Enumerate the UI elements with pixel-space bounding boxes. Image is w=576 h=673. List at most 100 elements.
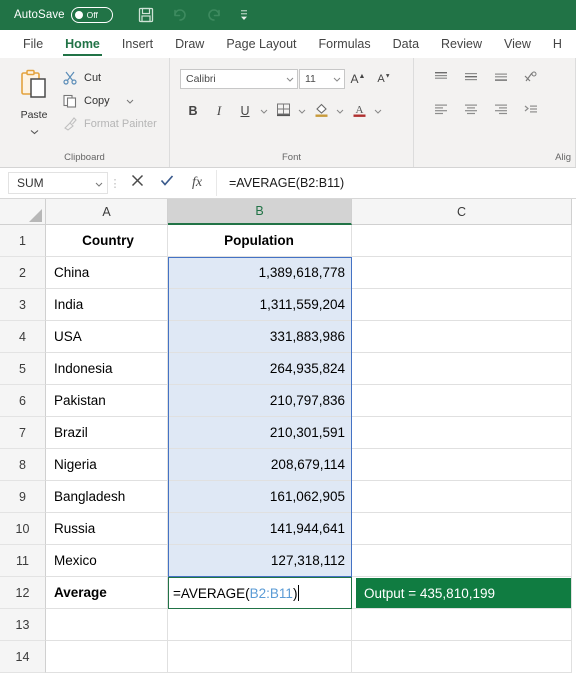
cell-b11[interactable]: 127,318,112 xyxy=(168,545,352,577)
cell-a3[interactable]: India xyxy=(46,289,168,321)
cell-a2[interactable]: China xyxy=(46,257,168,289)
tab-page-layout[interactable]: Page Layout xyxy=(215,30,307,58)
cell-b7[interactable]: 210,301,591 xyxy=(168,417,352,449)
paste-button[interactable]: Paste xyxy=(6,64,62,151)
cell-b1[interactable]: Population xyxy=(168,225,352,257)
cell-a6[interactable]: Pakistan xyxy=(46,385,168,417)
cell-a12[interactable]: Average xyxy=(46,577,168,609)
select-all-button[interactable] xyxy=(0,199,46,225)
orientation-button[interactable] xyxy=(516,68,546,90)
insert-function-button[interactable]: fx xyxy=(182,170,212,196)
cell-c7[interactable] xyxy=(352,417,572,449)
align-bottom-button[interactable] xyxy=(486,68,516,90)
cut-button[interactable]: Cut xyxy=(62,70,163,86)
cell-c4[interactable] xyxy=(352,321,572,353)
cell-a7[interactable]: Brazil xyxy=(46,417,168,449)
cell-b13[interactable] xyxy=(168,609,352,641)
cell-b3[interactable]: 1,311,559,204 xyxy=(168,289,352,321)
tab-home[interactable]: Home xyxy=(54,30,111,58)
font-color-chevron-down-icon[interactable] xyxy=(372,109,384,114)
cell-a11[interactable]: Mexico xyxy=(46,545,168,577)
cell-b5[interactable]: 264,935,824 xyxy=(168,353,352,385)
cell-a14[interactable] xyxy=(46,641,168,673)
formula-input[interactable]: =AVERAGE(B2:B11) xyxy=(216,170,576,196)
align-right-button[interactable] xyxy=(486,100,516,122)
italic-button[interactable]: I xyxy=(206,100,232,122)
redo-icon[interactable] xyxy=(197,2,231,28)
paste-chevron-down-icon[interactable] xyxy=(30,122,39,140)
row-header-13[interactable]: 13 xyxy=(0,609,46,641)
name-box[interactable]: SUM xyxy=(8,172,108,194)
tab-formulas[interactable]: Formulas xyxy=(308,30,382,58)
row-header-11[interactable]: 11 xyxy=(0,545,46,577)
cell-c9[interactable] xyxy=(352,481,572,513)
row-header-2[interactable]: 2 xyxy=(0,257,46,289)
cell-c1[interactable] xyxy=(352,225,572,257)
autosave-toggle[interactable]: Off xyxy=(70,7,113,23)
font-color-button[interactable]: A xyxy=(346,100,372,122)
format-painter-button[interactable]: Format Painter xyxy=(62,116,163,132)
cell-b8[interactable]: 208,679,114 xyxy=(168,449,352,481)
row-header-5[interactable]: 5 xyxy=(0,353,46,385)
row-header-12[interactable]: 12 xyxy=(0,577,46,609)
increase-font-size-button[interactable]: A▲ xyxy=(345,68,371,90)
borders-chevron-down-icon[interactable] xyxy=(296,109,308,114)
cell-b6[interactable]: 210,797,836 xyxy=(168,385,352,417)
cancel-formula-button[interactable] xyxy=(122,170,152,196)
cell-c3[interactable] xyxy=(352,289,572,321)
font-size-chevron-down-icon[interactable] xyxy=(333,73,341,85)
copy-button[interactable]: Copy xyxy=(62,93,163,109)
cell-a8[interactable]: Nigeria xyxy=(46,449,168,481)
copy-chevron-down-icon[interactable] xyxy=(126,95,134,107)
underline-chevron-down-icon[interactable] xyxy=(258,109,270,114)
align-center-button[interactable] xyxy=(456,100,486,122)
bold-button[interactable]: B xyxy=(180,100,206,122)
cell-c5[interactable] xyxy=(352,353,572,385)
row-header-8[interactable]: 8 xyxy=(0,449,46,481)
cell-c13[interactable] xyxy=(352,609,572,641)
cell-c8[interactable] xyxy=(352,449,572,481)
enter-formula-button[interactable] xyxy=(152,170,182,196)
cell-a1[interactable]: Country xyxy=(46,225,168,257)
tab-review[interactable]: Review xyxy=(430,30,493,58)
row-header-6[interactable]: 6 xyxy=(0,385,46,417)
align-left-button[interactable] xyxy=(426,100,456,122)
align-middle-button[interactable] xyxy=(456,68,486,90)
cell-b9[interactable]: 161,062,905 xyxy=(168,481,352,513)
row-header-14[interactable]: 14 xyxy=(0,641,46,673)
cell-a5[interactable]: Indonesia xyxy=(46,353,168,385)
row-header-4[interactable]: 4 xyxy=(0,321,46,353)
tab-insert[interactable]: Insert xyxy=(111,30,164,58)
cell-c6[interactable] xyxy=(352,385,572,417)
font-name-input[interactable]: Calibri xyxy=(180,69,298,89)
cell-b4[interactable]: 331,883,986 xyxy=(168,321,352,353)
tab-data[interactable]: Data xyxy=(382,30,430,58)
tab-file[interactable]: File xyxy=(12,30,54,58)
active-edit-cell-b12[interactable]: =AVERAGE(B2:B11) xyxy=(168,577,352,609)
row-header-9[interactable]: 9 xyxy=(0,481,46,513)
undo-icon[interactable] xyxy=(163,2,197,28)
tab-draw[interactable]: Draw xyxy=(164,30,215,58)
name-box-chevron-down-icon[interactable] xyxy=(95,176,103,190)
customize-quick-access-icon[interactable] xyxy=(231,2,257,28)
cell-a4[interactable]: USA xyxy=(46,321,168,353)
cell-c14[interactable] xyxy=(352,641,572,673)
cell-a9[interactable]: Bangladesh xyxy=(46,481,168,513)
underline-button[interactable]: U xyxy=(232,100,258,122)
align-top-button[interactable] xyxy=(426,68,456,90)
column-header-c[interactable]: C xyxy=(352,199,572,225)
cell-c2[interactable] xyxy=(352,257,572,289)
row-header-3[interactable]: 3 xyxy=(0,289,46,321)
save-icon[interactable] xyxy=(129,2,163,28)
decrease-font-size-button[interactable]: A▼ xyxy=(371,68,397,90)
tab-view[interactable]: View xyxy=(493,30,542,58)
column-header-b[interactable]: B xyxy=(168,199,352,225)
cell-c10[interactable] xyxy=(352,513,572,545)
row-header-7[interactable]: 7 xyxy=(0,417,46,449)
tab-help[interactable]: H xyxy=(542,30,573,58)
row-header-10[interactable]: 10 xyxy=(0,513,46,545)
cell-c11[interactable] xyxy=(352,545,572,577)
fill-color-button[interactable] xyxy=(308,100,334,122)
cell-a10[interactable]: Russia xyxy=(46,513,168,545)
fill-color-chevron-down-icon[interactable] xyxy=(334,109,346,114)
